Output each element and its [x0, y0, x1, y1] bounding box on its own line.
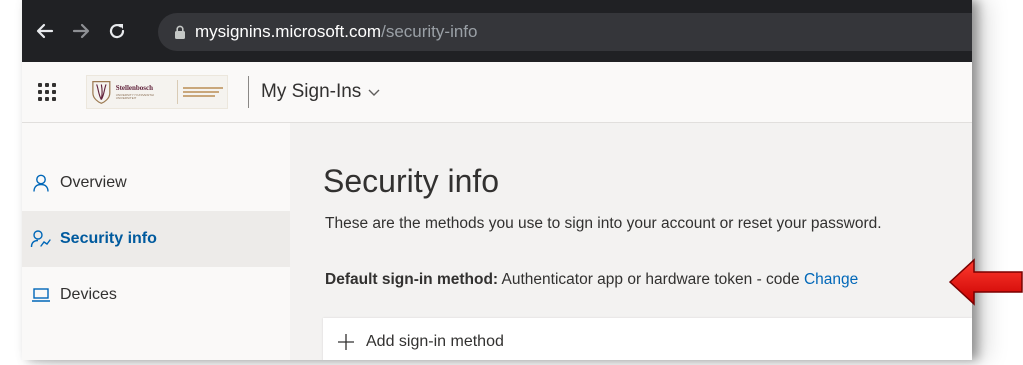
url-path: /security-info — [381, 22, 478, 41]
app-header: Stellenbosch UNIVERSITY IYUNIVESITHI UNI… — [22, 62, 972, 123]
logo-subtext: UNIVERSITY IYUNIVESITHI UNIVERSITEIT — [115, 92, 155, 100]
change-default-method-link[interactable]: Change — [804, 271, 858, 288]
logo-wordmark: Stellenbosch UNIVERSITY IYUNIVESITHI UNI… — [115, 83, 172, 100]
sidebar-item-label: Security info — [60, 230, 157, 247]
sidebar-item-label: Devices — [60, 286, 117, 303]
main-content: Security info These are the methods you … — [290, 123, 972, 360]
app-launcher-icon[interactable] — [36, 81, 58, 103]
browser-window: mysignins.microsoft.com/security-info St… — [22, 0, 972, 360]
logo-tagline — [183, 87, 223, 97]
back-button[interactable] — [32, 18, 58, 44]
sign-in-methods-card: Add sign-in method — [323, 318, 972, 360]
chevron-down-icon[interactable] — [367, 87, 381, 97]
page-title: Security info — [323, 163, 500, 199]
forward-arrow-icon — [72, 23, 90, 39]
logo-divider — [177, 80, 178, 104]
screenshot-stage: mysignins.microsoft.com/security-info St… — [0, 0, 1023, 365]
university-seal-icon — [92, 81, 111, 104]
back-arrow-icon — [36, 23, 54, 39]
lock-icon — [174, 25, 186, 39]
page-description: These are the methods you use to sign in… — [325, 215, 882, 232]
reload-button[interactable] — [104, 18, 130, 44]
red-arrow-icon — [948, 258, 1023, 306]
add-sign-in-method-button[interactable]: Add sign-in method — [336, 332, 504, 352]
browser-toolbar: mysignins.microsoft.com/security-info — [22, 0, 972, 62]
sidebar-item-overview[interactable]: Overview — [22, 155, 290, 211]
sidebar-nav: Overview Security info Devices — [22, 123, 290, 360]
default-method-row: Default sign-in method: Authenticator ap… — [325, 271, 858, 289]
person-icon — [30, 172, 52, 194]
sidebar-item-label: Overview — [60, 174, 127, 191]
reload-icon — [109, 23, 125, 39]
url-host: mysignins.microsoft.com — [195, 22, 382, 41]
sidebar-item-security-info[interactable]: Security info — [22, 211, 290, 267]
plus-icon — [336, 332, 356, 352]
security-info-icon — [30, 228, 52, 250]
organization-logo[interactable]: Stellenbosch UNIVERSITY IYUNIVESITHI UNI… — [86, 75, 228, 109]
default-method-label: Default sign-in method: — [325, 271, 499, 288]
add-method-label: Add sign-in method — [366, 333, 504, 350]
address-bar[interactable]: mysignins.microsoft.com/security-info — [158, 13, 972, 51]
sidebar-item-devices[interactable]: Devices — [22, 267, 290, 323]
app-title[interactable]: My Sign-Ins — [261, 81, 361, 103]
laptop-icon — [30, 284, 52, 306]
header-divider — [248, 76, 249, 108]
forward-button[interactable] — [68, 18, 94, 44]
logo-name: Stellenbosch — [115, 83, 154, 92]
default-method-value: Authenticator app or hardware token - co… — [501, 271, 800, 288]
